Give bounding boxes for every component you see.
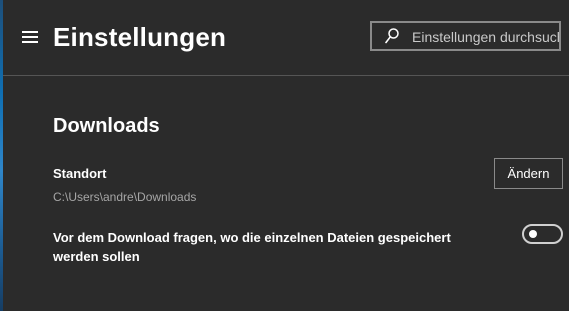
ask-before-download-toggle[interactable] <box>522 224 563 244</box>
search-icon <box>385 28 399 44</box>
hamburger-menu-icon[interactable] <box>22 31 40 45</box>
search-input[interactable] <box>412 27 559 47</box>
search-box[interactable] <box>370 21 561 51</box>
settings-window: Einstellungen Downloads Standort C:\User… <box>3 0 569 311</box>
download-location-label: Standort <box>53 166 107 181</box>
download-location-path: C:\Users\andre\Downloads <box>53 190 197 204</box>
downloads-section-title: Downloads <box>53 115 160 137</box>
ask-before-download-label: Vor dem Download fragen, wo die einzelne… <box>53 230 451 264</box>
change-location-button[interactable]: Ändern <box>494 158 563 189</box>
settings-header: Einstellungen <box>3 0 569 76</box>
page-title: Einstellungen <box>53 22 227 52</box>
toggle-knob <box>529 230 537 238</box>
